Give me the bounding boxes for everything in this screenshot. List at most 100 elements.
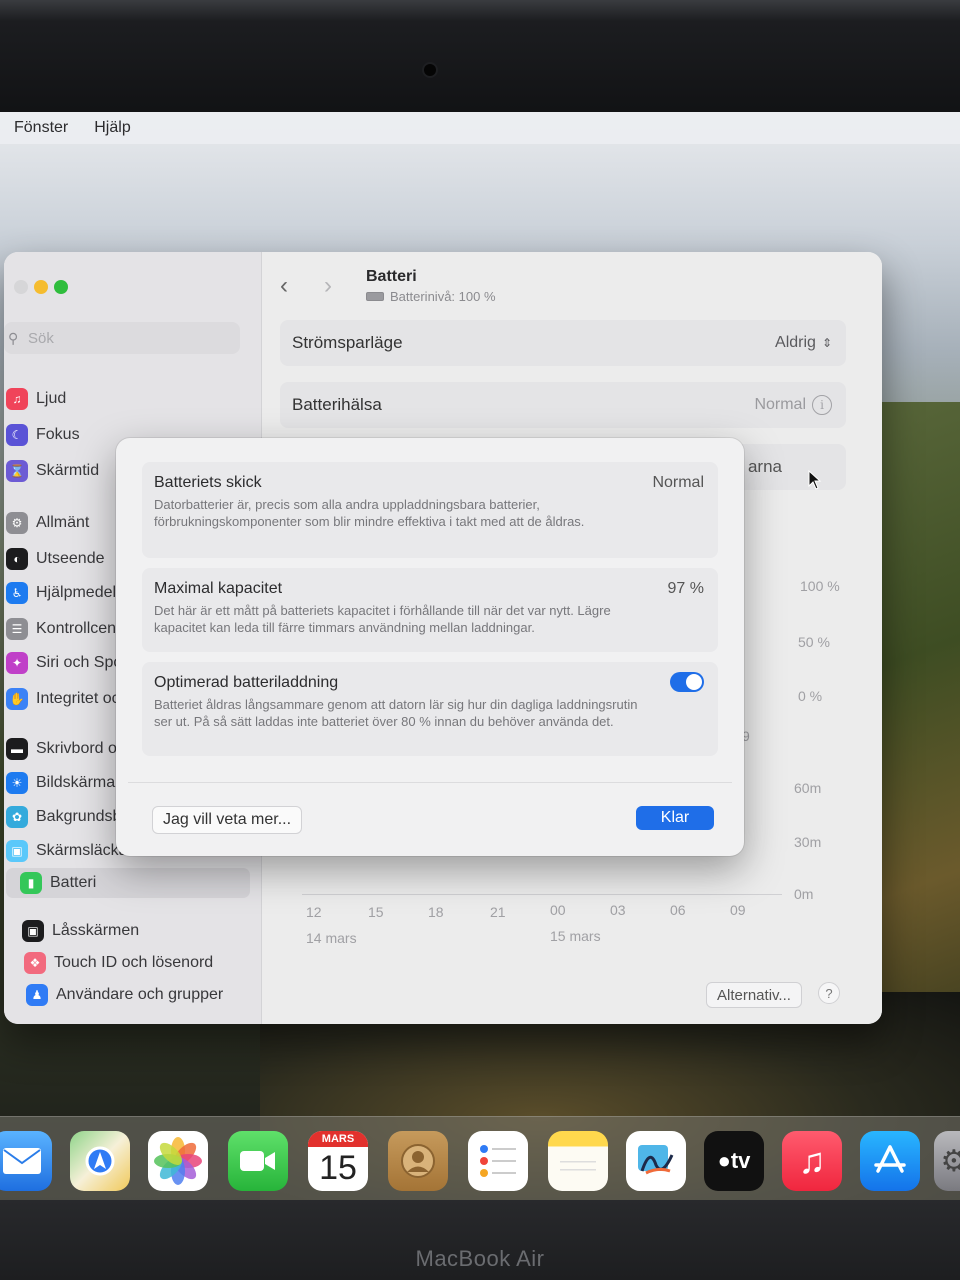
max-capacity-card: Maximal kapacitet 97 % Det här är ett må… — [142, 568, 718, 652]
battery-health-row: Batterihälsa Normal i — [280, 382, 846, 428]
dock-app-contacts[interactable] — [388, 1131, 448, 1191]
dock-app-facetime[interactable] — [228, 1131, 288, 1191]
page-title: Batteri — [366, 268, 417, 285]
battery-condition-card: Batteriets skick Normal Datorbatterier ä… — [142, 462, 718, 558]
low-power-mode-select[interactable]: Aldrig ⇕ — [775, 334, 832, 352]
dock-app-app-store[interactable] — [860, 1131, 920, 1191]
notes-icon — [560, 1161, 596, 1171]
low-power-mode-label: Strömsparläge — [292, 333, 403, 352]
gear-icon: ⚙ — [6, 512, 28, 534]
toggle-knob — [686, 674, 702, 690]
dock-app-notes[interactable] — [548, 1131, 608, 1191]
menu-help[interactable]: Hjälp — [94, 119, 130, 137]
sidebar-item-label: Ljud — [36, 390, 67, 407]
sidebar-item-screen-time[interactable]: ⌛ Skärmtid — [6, 456, 99, 486]
chart-hour-label: 03 — [610, 902, 626, 918]
sheet-divider — [128, 782, 732, 783]
gear-icon: ⚙ — [940, 1144, 960, 1178]
sidebar-item-users[interactable]: ♟ Användare och grupper — [26, 980, 223, 1010]
sidebar-item-sound[interactable]: ♫ Ljud — [6, 384, 66, 414]
video-camera-icon — [240, 1151, 275, 1171]
accessibility-icon: ♿ — [6, 582, 28, 604]
max-capacity-value: 97 % — [667, 580, 704, 597]
chart-hour-label: 12 — [306, 904, 322, 920]
options-button[interactable]: Alternativ... — [706, 982, 802, 1008]
back-button[interactable]: ‹ — [280, 272, 288, 300]
optimized-charging-toggle[interactable] — [670, 672, 704, 692]
sidebar-item-displays[interactable]: ☀ Bildskärmar — [6, 768, 120, 798]
hourglass-icon: ⌛ — [6, 460, 28, 482]
hand-icon: ✋ — [6, 688, 28, 710]
chart-baseline — [302, 894, 782, 895]
dock-app-photos[interactable] — [148, 1131, 208, 1191]
done-button[interactable]: Klar — [636, 806, 714, 830]
dock-app-maps[interactable] — [70, 1131, 130, 1191]
sidebar-item-label: Allmänt — [36, 514, 90, 531]
mail-icon — [3, 1148, 41, 1174]
dock-icon: ▬ — [6, 738, 28, 760]
chart-hour-label: 18 — [428, 904, 444, 920]
mouse-cursor-icon — [808, 470, 822, 490]
battery-icon: ▮ — [20, 872, 42, 894]
siri-icon: ✦ — [6, 652, 28, 674]
low-power-mode-value: Aldrig — [775, 334, 816, 351]
menu-window[interactable]: Fönster — [14, 119, 68, 137]
chart-min-label: 60m — [794, 780, 822, 796]
dock-app-reminders[interactable] — [468, 1131, 528, 1191]
dock-app-calendar[interactable]: MARS 15 — [308, 1131, 368, 1191]
sidebar-item-label: Fokus — [36, 426, 80, 443]
optimized-charging-description: Batteriet åldras långsammare genom att d… — [154, 697, 638, 729]
maximize-window-button[interactable] — [54, 280, 68, 294]
info-icon[interactable]: i — [812, 395, 832, 415]
battery-condition-description: Datorbatterier är, precis som alla andra… — [154, 497, 585, 529]
chevron-updown-icon: ⇕ — [821, 336, 832, 350]
sidebar-item-label: Bildskärmar — [36, 774, 121, 791]
chart-pct-label: 50 % — [798, 634, 830, 650]
max-capacity-title: Maximal kapacitet — [154, 580, 283, 597]
camera-icon — [424, 64, 436, 76]
dock-app-freeform[interactable] — [626, 1131, 686, 1191]
low-power-mode-row[interactable]: Strömsparläge Aldrig ⇕ — [280, 320, 846, 366]
battery-level-text: Batterinivå: 100 % — [390, 289, 496, 304]
battery-health-status: Normal i — [754, 395, 832, 415]
learn-more-button[interactable]: Jag vill veta mer... — [152, 806, 303, 834]
forward-button[interactable]: › — [324, 272, 332, 300]
dock-app-music[interactable]: ♫ — [782, 1131, 842, 1191]
help-button[interactable]: ? — [818, 982, 840, 1004]
lock-icon: ▣ — [22, 920, 44, 942]
minimize-window-button[interactable] — [34, 280, 48, 294]
chart-min-label: 0m — [794, 886, 814, 902]
sidebar-item-label: Låsskärmen — [52, 922, 140, 939]
wallpaper-icon: ✿ — [6, 806, 28, 828]
apple-tv-icon: ●tv — [717, 1148, 751, 1173]
sidebar-item-touch-id[interactable]: ❖ Touch ID och lösenord — [24, 948, 213, 978]
control-center-icon: ☰ — [6, 618, 28, 640]
battery-health-label: Batterihälsa — [292, 395, 382, 414]
max-capacity-description: Det här är ett mått på batteriets kapaci… — [154, 603, 611, 635]
sidebar-item-label: Användare och grupper — [56, 986, 224, 1003]
music-note-icon: ♫ — [798, 1140, 826, 1181]
partial-row-text: arna — [747, 457, 782, 476]
battery-health-value: Normal — [754, 396, 806, 413]
sidebar-item-general[interactable]: ⚙ Allmänt — [6, 508, 89, 538]
laptop-bezel-top — [0, 0, 960, 118]
dock-app-tv[interactable]: ●tv — [704, 1131, 764, 1191]
chart-date-label: 14 mars — [306, 930, 357, 946]
device-brand-label: MacBook Air — [415, 1246, 545, 1271]
sidebar-item-label: Hjälpmedel — [36, 584, 117, 601]
sidebar-item-lock-screen[interactable]: ▣ Låsskärmen — [22, 916, 139, 946]
chart-hour-label: 21 — [490, 904, 506, 920]
sidebar-item-appearance[interactable]: ◐ Utseende — [6, 544, 105, 574]
sidebar-item-accessibility[interactable]: ♿ Hjälpmedel — [6, 578, 116, 608]
contact-icon — [401, 1144, 435, 1178]
search-placeholder: Sök — [28, 329, 54, 347]
sidebar-item-battery[interactable]: ▮ Batteri — [6, 868, 250, 898]
chart-date-label: 15 mars — [550, 928, 601, 944]
close-window-button[interactable] — [14, 280, 28, 294]
search-input[interactable]: ⚲ Sök — [4, 322, 240, 354]
dock-app-system-settings[interactable]: ⚙ — [934, 1131, 960, 1191]
calendar-day: 15 — [319, 1149, 357, 1187]
users-icon: ♟ — [26, 984, 48, 1006]
dock-app-mail[interactable] — [0, 1131, 52, 1191]
sidebar-item-focus[interactable]: ☾ Fokus — [6, 420, 80, 450]
